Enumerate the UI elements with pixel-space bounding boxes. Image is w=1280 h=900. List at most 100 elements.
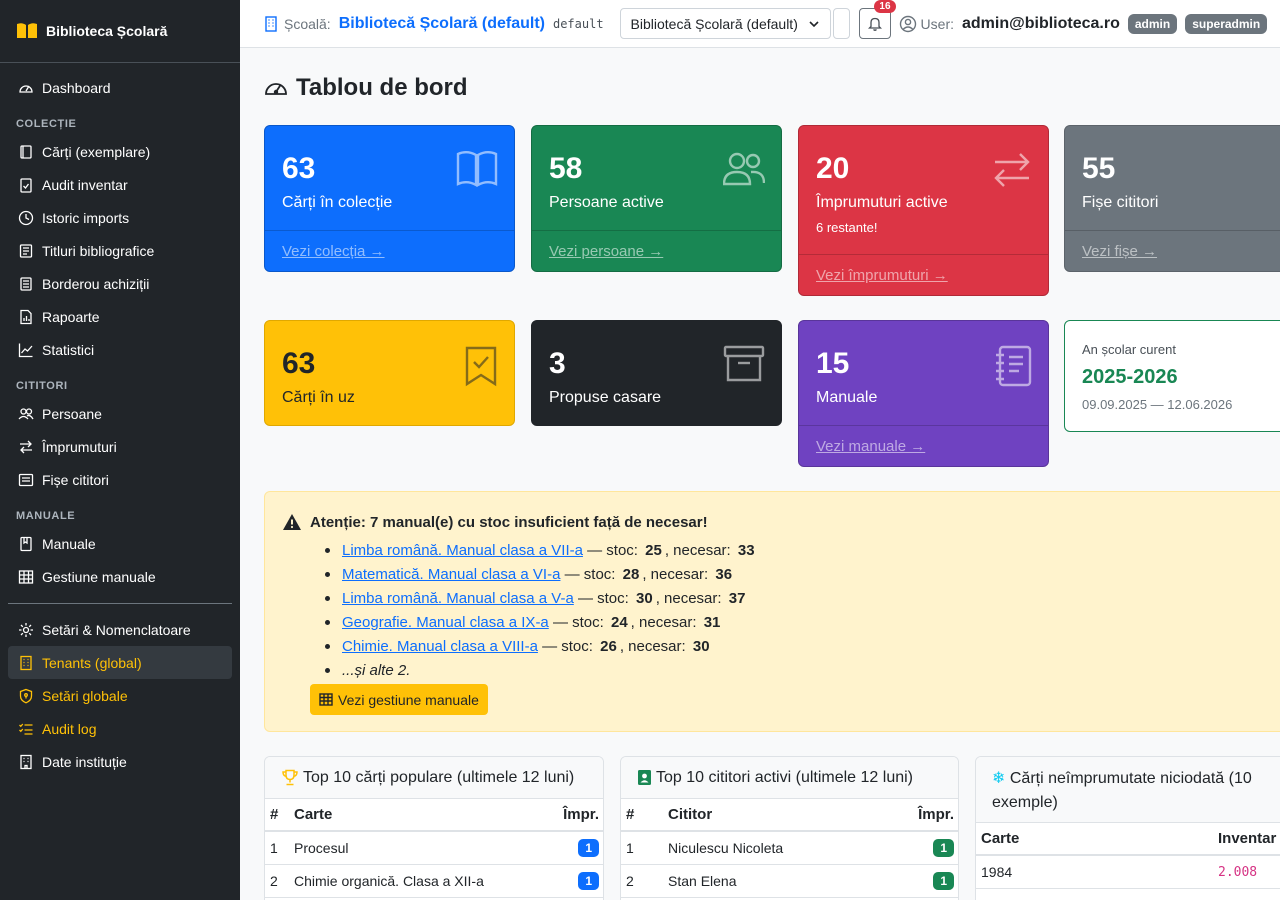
- panel-title: Top 10 cărți populare (ultimele 12 luni): [303, 768, 575, 786]
- manual-link[interactable]: Matematică. Manual clasa a VI-a: [342, 566, 560, 583]
- table-header: Carte Inventar: [976, 823, 1280, 856]
- view-collection-link[interactable]: Vezi colecția →: [265, 230, 514, 271]
- bell-icon: [867, 17, 882, 31]
- stat-label: Manuale: [816, 389, 878, 406]
- stat-value: 20: [816, 152, 850, 185]
- notifications-button[interactable]: 16: [858, 0, 896, 39]
- sidebar: Biblioteca Școlară Dashboard COLECȚIE Că…: [0, 0, 240, 900]
- stat-card-readers: 55 Fișe cititori Vezi fișe →: [1064, 125, 1280, 272]
- school-year-label: An școlar curent: [1082, 342, 1176, 357]
- sidebar-item-label: Dashboard: [42, 79, 111, 96]
- panel-header: Top 10 cărți populare (ultimele 12 luni): [265, 757, 603, 799]
- notifications-count: 16: [874, 0, 896, 13]
- stat-card-books: 63 Cărți în colecție Vezi colecția →: [264, 125, 515, 272]
- school-select-value: Bibliotecă Școlară (default): [630, 15, 798, 32]
- view-manuals-link[interactable]: Vezi manuale →: [799, 425, 1048, 466]
- section-collection: COLECȚIE: [16, 118, 77, 130]
- card-list-icon: [18, 473, 34, 486]
- trophy-icon: [282, 769, 298, 786]
- archive-icon: [723, 345, 765, 382]
- sidebar-divider: [8, 603, 232, 604]
- sidebar-item-statistics[interactable]: Statistici: [0, 333, 232, 366]
- table-row[interactable]: 1 Procesul 1: [265, 832, 603, 865]
- sidebar-item-dashboard[interactable]: Dashboard: [0, 71, 232, 104]
- role-badge-admin: admin: [1127, 13, 1178, 34]
- school-select[interactable]: Bibliotecă Școlară (default): [619, 8, 831, 39]
- panel-title: ❄ Cărți neîmprumutate niciodată (10 exem…: [992, 770, 1252, 811]
- table-row[interactable]: 2 Stan Elena 1: [621, 865, 958, 898]
- people-icon: [18, 407, 34, 419]
- brand[interactable]: Biblioteca Școlară: [0, 0, 240, 63]
- view-manual-management-button[interactable]: Vezi gestiune manuale: [310, 684, 488, 715]
- school-switch-button[interactable]: [832, 8, 850, 39]
- sidebar-item-import-history[interactable]: Istoric imports: [0, 201, 232, 234]
- sidebar-item-settings[interactable]: Setări & Nomenclatoare: [0, 613, 232, 646]
- graph-up-icon: [18, 343, 33, 357]
- stat-label: Împrumuturi active: [816, 194, 948, 211]
- sidebar-item-label: Audit inventar: [42, 176, 128, 193]
- manual-link[interactable]: Chimie. Manual clasa a VIII-a: [342, 638, 538, 655]
- alert-item: ...și alte 2.: [325, 658, 758, 682]
- stat-value: 55: [1082, 152, 1116, 185]
- sidebar-item-label: Statistici: [42, 341, 95, 358]
- view-loans-link[interactable]: Vezi împrumuturi →: [799, 254, 1048, 295]
- list-check-icon: [19, 723, 33, 735]
- table-icon: [18, 569, 34, 584]
- view-reader-cards-link[interactable]: Vezi fișe →: [1065, 230, 1280, 271]
- stat-label: Propuse casare: [549, 389, 662, 406]
- sidebar-item-acquisitions[interactable]: Borderou achiziții: [0, 267, 232, 300]
- stat-label: Persoane active: [549, 194, 664, 211]
- book-open-icon: [17, 23, 37, 38]
- clipboard-check-icon: [20, 177, 32, 193]
- sidebar-item-loans[interactable]: Împrumuturi: [0, 430, 232, 463]
- manual-link[interactable]: Limba română. Manual clasa a V-a: [342, 590, 574, 607]
- sidebar-item-reader-cards[interactable]: Fișe cititori: [0, 463, 232, 496]
- clock-history-icon: [18, 210, 34, 225]
- journal-bookmark-icon: [20, 536, 32, 551]
- role-badge-superadmin: superadmin: [1185, 13, 1268, 34]
- sidebar-item-manuals[interactable]: Manuale: [0, 527, 232, 560]
- alert-item: Limba română. Manual clasa a V-a — stoc:…: [325, 586, 758, 610]
- view-persons-link[interactable]: Vezi persoane →: [532, 230, 781, 271]
- sidebar-item-global-settings[interactable]: Setări globale: [0, 679, 232, 712]
- sidebar-item-reports[interactable]: Rapoarte: [0, 300, 232, 333]
- file-chart-icon: [20, 309, 32, 324]
- stock-warning-alert: Atenție: 7 manual(e) cu stoc insuficient…: [264, 491, 1280, 732]
- sidebar-item-titles[interactable]: Titluri bibliografice: [0, 234, 232, 267]
- stat-card-persons: 58 Persoane active Vezi persoane →: [531, 125, 782, 272]
- sidebar-item-tenants[interactable]: Tenants (global): [8, 646, 232, 679]
- stat-card-in-use: 63 Cărți în uz: [264, 320, 515, 426]
- sidebar-item-label: Cărți (exemplare): [42, 143, 151, 160]
- table-row[interactable]: 1 Niculescu Nicoleta 1: [621, 832, 958, 865]
- manual-link[interactable]: Limba română. Manual clasa a VII-a: [342, 542, 583, 559]
- stat-value: 58: [549, 152, 583, 185]
- sidebar-item-label: Borderou achiziții: [42, 275, 150, 292]
- manual-link[interactable]: Geografie. Manual clasa a IX-a: [342, 614, 549, 631]
- table-row[interactable]: 1984 2.008: [976, 856, 1280, 889]
- alert-more: ...și alte 2.: [342, 661, 411, 679]
- stat-value: 63: [282, 347, 316, 380]
- topbar: Școală: Bibliotecă Școlară (default) def…: [240, 0, 1280, 48]
- table-row[interactable]: 2 Chimie organică. Clasa a XII-a 1: [265, 865, 603, 898]
- count-badge: 1: [578, 872, 599, 890]
- table-header: # Carte Împr.: [265, 799, 603, 832]
- sidebar-item-audit-inventory[interactable]: Audit inventar: [0, 168, 232, 201]
- school-name: Bibliotecă Școlară (default): [338, 14, 545, 32]
- stat-card-loans: 20 Împrumuturi active 6 restante! Vezi î…: [798, 125, 1049, 296]
- button-label: Vezi gestiune manuale: [338, 691, 479, 708]
- sidebar-item-manual-management[interactable]: Gestiune manuale: [0, 560, 232, 593]
- journals-icon: [20, 144, 32, 159]
- sidebar-item-books[interactable]: Cărți (exemplare): [0, 135, 232, 168]
- alert-item: Limba română. Manual clasa a VII-a — sto…: [325, 538, 758, 562]
- sidebar-item-persons[interactable]: Persoane: [0, 397, 232, 430]
- stat-card-manuals: 15 Manuale Vezi manuale →: [798, 320, 1049, 467]
- receipt-icon: [20, 276, 32, 291]
- school-year-card: An școlar curent 2025-2026 09.09.2025 — …: [1064, 320, 1280, 432]
- sidebar-item-label: Setări globale: [42, 687, 128, 704]
- sidebar-item-label: Audit log: [42, 720, 97, 737]
- table-header: # Cititor Împr.: [621, 799, 958, 832]
- sidebar-item-institution[interactable]: Date instituție: [0, 745, 232, 778]
- alert-title: Atenție: 7 manual(e) cu stoc insuficient…: [310, 513, 708, 531]
- stat-card-disposal: 3 Propuse casare: [531, 320, 782, 426]
- sidebar-item-audit-log[interactable]: Audit log: [0, 712, 232, 745]
